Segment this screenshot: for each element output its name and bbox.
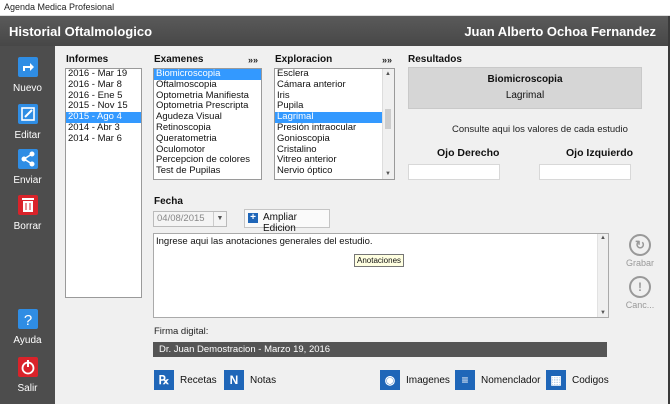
window-titlebar: Agenda Medica Profesional: [0, 0, 670, 16]
svg-text:?: ?: [23, 312, 31, 329]
examen-item[interactable]: Queratometria: [154, 133, 261, 145]
informes-list[interactable]: 2016 - Mar 19 2016 - Mar 8 2016 - Ene 5 201…: [65, 68, 142, 298]
notes-text: Ingrese aqui las anotaciones generales d…: [156, 236, 373, 247]
edit-button[interactable]: Editar: [0, 103, 55, 141]
resultados-box: Biomicroscopia Lagrimal: [408, 67, 642, 109]
send-button[interactable]: Enviar: [0, 148, 55, 186]
nomenclador-label: Nomenclador: [481, 375, 541, 386]
nomenclador-button[interactable]: ≡ Nomenclador: [455, 370, 540, 392]
save-button[interactable]: ↻ Grabar: [625, 234, 655, 268]
refresh-icon: ↻: [629, 234, 651, 256]
exploracion-expand-arrows[interactable]: »»: [382, 55, 392, 65]
notes-textarea[interactable]: Ingrese aqui las anotaciones generales d…: [153, 233, 609, 318]
patient-name: Juan Alberto Ochoa Fernandez: [464, 24, 656, 39]
prescription-icon: ℞: [154, 370, 174, 390]
resultados-heading: Resultados: [408, 54, 462, 65]
new-button[interactable]: Nuevo: [0, 56, 55, 94]
notas-label: Notas: [250, 375, 277, 386]
exploracion-item[interactable]: Cámara anterior: [275, 79, 394, 91]
help-label: Ayuda: [13, 335, 42, 346]
power-icon: [17, 357, 38, 377]
oi-label: Ojo Izquierdo: [566, 147, 634, 159]
expand-icon: +: [248, 213, 258, 223]
share-icon: [17, 149, 38, 169]
send-label: Enviar: [13, 175, 42, 186]
exit-button[interactable]: Salir: [0, 356, 55, 394]
examenes-heading: Examenes: [154, 54, 204, 65]
ampliar-edicion-button[interactable]: + Ampliar Edicion: [244, 209, 330, 234]
resultados-exam: Biomicroscopia: [487, 74, 563, 85]
sidebar: Nuevo Editar Enviar Borrar ? Ayuda Salir: [0, 46, 55, 404]
edit-label: Editar: [14, 130, 41, 141]
recetas-button[interactable]: ℞ Recetas: [154, 370, 224, 392]
delete-button[interactable]: Borrar: [0, 194, 55, 232]
informe-item[interactable]: 2014 - Mar 6: [66, 133, 141, 145]
resultados-area: Lagrimal: [505, 90, 545, 101]
camera-icon: ◉: [380, 370, 400, 390]
grid-icon: ▦: [546, 370, 566, 390]
exploracion-item[interactable]: Nervio óptico: [275, 165, 394, 177]
edit-icon: [17, 104, 38, 124]
new-label: Nuevo: [13, 83, 42, 94]
exploracion-heading: Exploracion: [275, 54, 333, 65]
examen-item[interactable]: Oftalmoscopia: [154, 79, 261, 91]
new-icon: [17, 57, 38, 77]
od-label: Ojo Derecho: [437, 147, 500, 159]
firma-label: Firma digital:: [154, 326, 209, 337]
page-title: Historial Oftalmologico: [9, 24, 153, 39]
app-header: Historial Oftalmologico Juan Alberto Och…: [0, 16, 668, 46]
cancel-button[interactable]: ! Canc...: [625, 276, 655, 310]
info-icon: !: [629, 276, 651, 298]
exploracion-scroll-thumb[interactable]: [385, 109, 391, 129]
cancel-label: Canc...: [625, 300, 655, 310]
trash-icon: [17, 195, 38, 215]
fecha-picker[interactable]: 04/08/2015 ▼: [153, 211, 227, 227]
notes-icon: N: [224, 370, 244, 390]
firma-field: Dr. Juan Demostracion - Marzo 19, 2016: [153, 342, 607, 357]
exploracion-list[interactable]: Esclera Cámara anterior Iris Pupila Lagrimal…: [274, 68, 395, 180]
exploracion-item[interactable]: Gonioscopia: [275, 133, 394, 145]
save-label: Grabar: [625, 258, 654, 268]
codigos-label: Codigos: [572, 375, 609, 386]
help-icon: ?: [17, 309, 38, 329]
firma-value: Dr. Juan Demostracion - Marzo 19, 2016: [159, 344, 331, 355]
recetas-label: Recetas: [180, 375, 217, 386]
window-title: Agenda Medica Profesional: [4, 2, 115, 12]
chevron-down-icon[interactable]: ▼: [213, 212, 226, 226]
exploracion-scrollbar[interactable]: ▲ ▼: [382, 69, 394, 179]
notas-button[interactable]: N Notas: [224, 370, 284, 392]
examen-item[interactable]: Test de Pupilas: [154, 165, 261, 177]
help-button[interactable]: ? Ayuda: [0, 308, 55, 346]
delete-label: Borrar: [13, 221, 42, 232]
examenes-expand-arrows[interactable]: »»: [248, 55, 258, 65]
resultados-hint: Consulte aqui los valores de cada estudi…: [452, 124, 628, 135]
codigos-button[interactable]: ▦ Codigos: [546, 370, 611, 392]
ampliar-edicion-label: Ampliar Edicion: [263, 212, 297, 234]
notes-tooltip: Anotaciones: [354, 254, 405, 267]
fecha-label: Fecha: [154, 196, 183, 207]
oi-value-field[interactable]: [539, 164, 631, 180]
exit-label: Salir: [17, 383, 38, 394]
fecha-value: 04/08/2015: [157, 213, 205, 224]
informe-item[interactable]: 2016 - Mar 8: [66, 79, 141, 91]
examenes-list[interactable]: Biomicroscopia Oftalmoscopia Optometria Ma…: [153, 68, 262, 180]
list-icon: ≡: [455, 370, 475, 390]
od-value-field[interactable]: [408, 164, 500, 180]
notes-scrollbar[interactable]: ▲ ▼: [597, 234, 608, 317]
informes-heading: Informes: [66, 54, 109, 65]
imagenes-label: Imagenes: [406, 375, 450, 386]
imagenes-button[interactable]: ◉ Imagenes: [380, 370, 450, 392]
